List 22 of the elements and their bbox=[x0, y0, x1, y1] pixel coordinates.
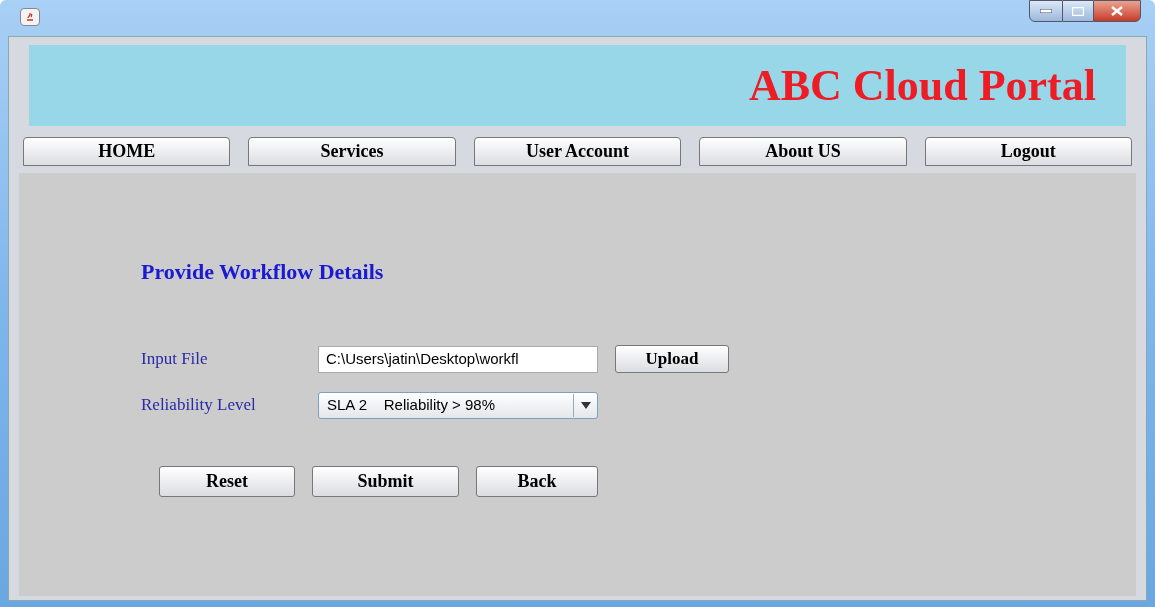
portal-title: ABC Cloud Portal bbox=[748, 59, 1096, 112]
minimize-button[interactable] bbox=[1029, 0, 1063, 22]
action-button[interactable]: Reset bbox=[159, 466, 295, 497]
maximize-button[interactable] bbox=[1063, 0, 1093, 22]
action-button[interactable]: Back bbox=[476, 466, 598, 497]
dropdown-value: SLA 2 Reliability > 98% bbox=[326, 394, 496, 415]
field-label: Reliability Level bbox=[141, 394, 257, 417]
reliability-dropdown[interactable]: SLA 2 Reliability > 98% bbox=[318, 391, 598, 419]
form-heading: Provide Workflow Details bbox=[141, 258, 385, 286]
nav-button[interactable]: Services bbox=[248, 137, 456, 166]
nav-button[interactable]: User Account bbox=[473, 137, 682, 166]
minimize-icon bbox=[1040, 9, 1052, 13]
action-button[interactable]: Submit bbox=[312, 466, 459, 497]
close-button[interactable] bbox=[1093, 0, 1141, 22]
upload-button[interactable]: Upload bbox=[615, 345, 729, 373]
field-label: Input File bbox=[141, 348, 209, 371]
maximize-icon bbox=[1072, 6, 1084, 16]
close-icon bbox=[1110, 6, 1124, 16]
nav-button[interactable]: HOME bbox=[23, 137, 231, 166]
input-field[interactable]: C:\Users\jatin\Desktop\workfl bbox=[318, 345, 598, 373]
nav-button[interactable]: Logout bbox=[924, 137, 1133, 166]
nav-button[interactable]: About US bbox=[699, 137, 907, 166]
